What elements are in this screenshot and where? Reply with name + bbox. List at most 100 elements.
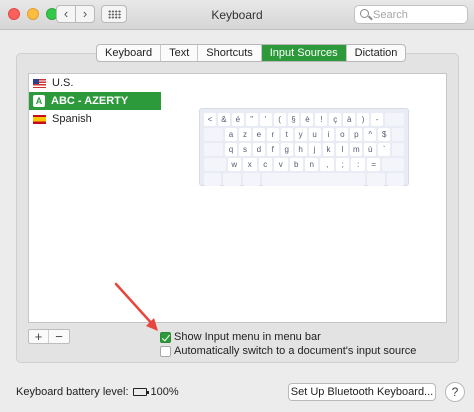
keyboard-row: < & é " ' ( § è ! ç à ) - <box>204 113 405 126</box>
key: & <box>217 113 230 126</box>
keyboard-layout-preview: < & é " ' ( § è ! ç à ) - a z e r t y u … <box>199 108 409 186</box>
key: ( <box>273 113 286 126</box>
key: ; <box>335 158 350 171</box>
remove-source-button[interactable]: − <box>49 330 69 343</box>
source-label: Spanish <box>52 113 92 125</box>
show-input-menu-checkbox-row[interactable]: Show Input menu in menu bar <box>160 331 321 343</box>
keyboard-row <box>204 173 404 186</box>
key: c <box>258 158 273 171</box>
key: ` <box>378 143 391 156</box>
battery-icon <box>132 388 149 396</box>
key: e <box>252 128 265 141</box>
checkbox-label: Automatically switch to a document's inp… <box>174 345 417 357</box>
checkbox-label: Show Input menu in menu bar <box>174 331 321 343</box>
key-blank <box>242 173 260 186</box>
battery-value: 100% <box>150 386 179 398</box>
keyboard-row: q s d f g h j k l m ù ` <box>204 143 405 156</box>
source-label: U.S. <box>52 77 74 89</box>
key: < <box>204 113 216 126</box>
key-blank <box>386 173 404 186</box>
key: = <box>366 158 381 171</box>
key-blank <box>392 143 405 156</box>
key: s <box>238 143 251 156</box>
key: n <box>305 158 319 171</box>
key-blank <box>204 128 224 141</box>
key: k <box>322 143 335 156</box>
key: d <box>252 143 265 156</box>
key-blank <box>204 173 222 186</box>
source-label: ABC - AZERTY <box>51 95 129 107</box>
key-blank <box>204 158 226 171</box>
battery-status: Keyboard battery level: 100% <box>16 386 179 398</box>
key-blank <box>367 173 385 186</box>
key: y <box>294 128 307 141</box>
tab-dictation[interactable]: Dictation <box>347 45 406 61</box>
key: u <box>308 128 321 141</box>
battery-label: Keyboard battery level: <box>16 386 129 398</box>
key: f <box>266 143 279 156</box>
key: m <box>350 143 363 156</box>
key: , <box>320 158 334 171</box>
tab-bar: Keyboard Text Shortcuts Input Sources Di… <box>96 44 407 62</box>
key: § <box>287 113 300 126</box>
key: $ <box>378 128 391 141</box>
key: ! <box>315 113 328 126</box>
search-input[interactable]: Search <box>354 5 468 24</box>
key: g <box>280 143 293 156</box>
key: t <box>280 128 293 141</box>
spain-flag-icon <box>33 114 46 124</box>
key: h <box>294 143 307 156</box>
setup-bluetooth-keyboard-button[interactable]: Set Up Bluetooth Keyboard... <box>288 383 436 401</box>
key: ' <box>259 113 272 126</box>
key: ù <box>364 143 377 156</box>
keyboard-row: w x c v b n , ; : = <box>204 158 404 171</box>
key: q <box>225 143 237 156</box>
keyboard-row: a z e r t y u i o p ^ $ <box>204 128 405 141</box>
tab-keyboard[interactable]: Keyboard <box>97 45 162 61</box>
source-item-us[interactable]: U.S. <box>29 74 161 92</box>
key: è <box>301 113 314 126</box>
tab-shortcuts[interactable]: Shortcuts <box>198 45 262 61</box>
auto-switch-checkbox[interactable] <box>160 345 171 357</box>
key: x <box>243 158 257 171</box>
search-icon <box>360 9 369 18</box>
list-edit-buttons: + − <box>28 329 70 344</box>
letter-a-icon: A <box>33 95 45 107</box>
key: - <box>371 113 383 126</box>
key: " <box>245 113 258 126</box>
annotation-arrow-icon <box>114 282 158 331</box>
title-bar: ‹ › Keyboard Search <box>0 0 474 30</box>
key: v <box>274 158 288 171</box>
search-placeholder: Search <box>373 9 408 21</box>
key: l <box>336 143 349 156</box>
key: w <box>227 158 242 171</box>
key: ) <box>357 113 370 126</box>
key: o <box>336 128 349 141</box>
key-blank <box>223 173 241 186</box>
key-blank <box>204 143 224 156</box>
add-source-button[interactable]: + <box>29 330 49 343</box>
key: ^ <box>364 128 377 141</box>
key-blank <box>392 128 405 141</box>
key: : <box>351 158 365 171</box>
key: a <box>225 128 237 141</box>
key-space <box>261 173 366 186</box>
auto-switch-checkbox-row[interactable]: Automatically switch to a document's inp… <box>160 345 416 357</box>
us-flag-icon <box>33 78 46 88</box>
key: é <box>231 113 244 126</box>
key: p <box>350 128 363 141</box>
key: i <box>322 128 335 141</box>
source-item-abc-azerty[interactable]: A ABC - AZERTY <box>29 92 161 110</box>
tab-text[interactable]: Text <box>161 45 199 61</box>
key: à <box>343 113 356 126</box>
key: z <box>238 128 251 141</box>
key: j <box>308 143 321 156</box>
key-blank <box>384 113 405 126</box>
key: b <box>289 158 303 171</box>
show-input-menu-checkbox[interactable] <box>160 331 171 343</box>
help-button[interactable]: ? <box>445 382 465 402</box>
tab-input-sources[interactable]: Input Sources <box>261 45 347 61</box>
key: r <box>266 128 279 141</box>
key-blank <box>382 158 404 171</box>
source-item-spanish[interactable]: Spanish <box>29 110 161 128</box>
